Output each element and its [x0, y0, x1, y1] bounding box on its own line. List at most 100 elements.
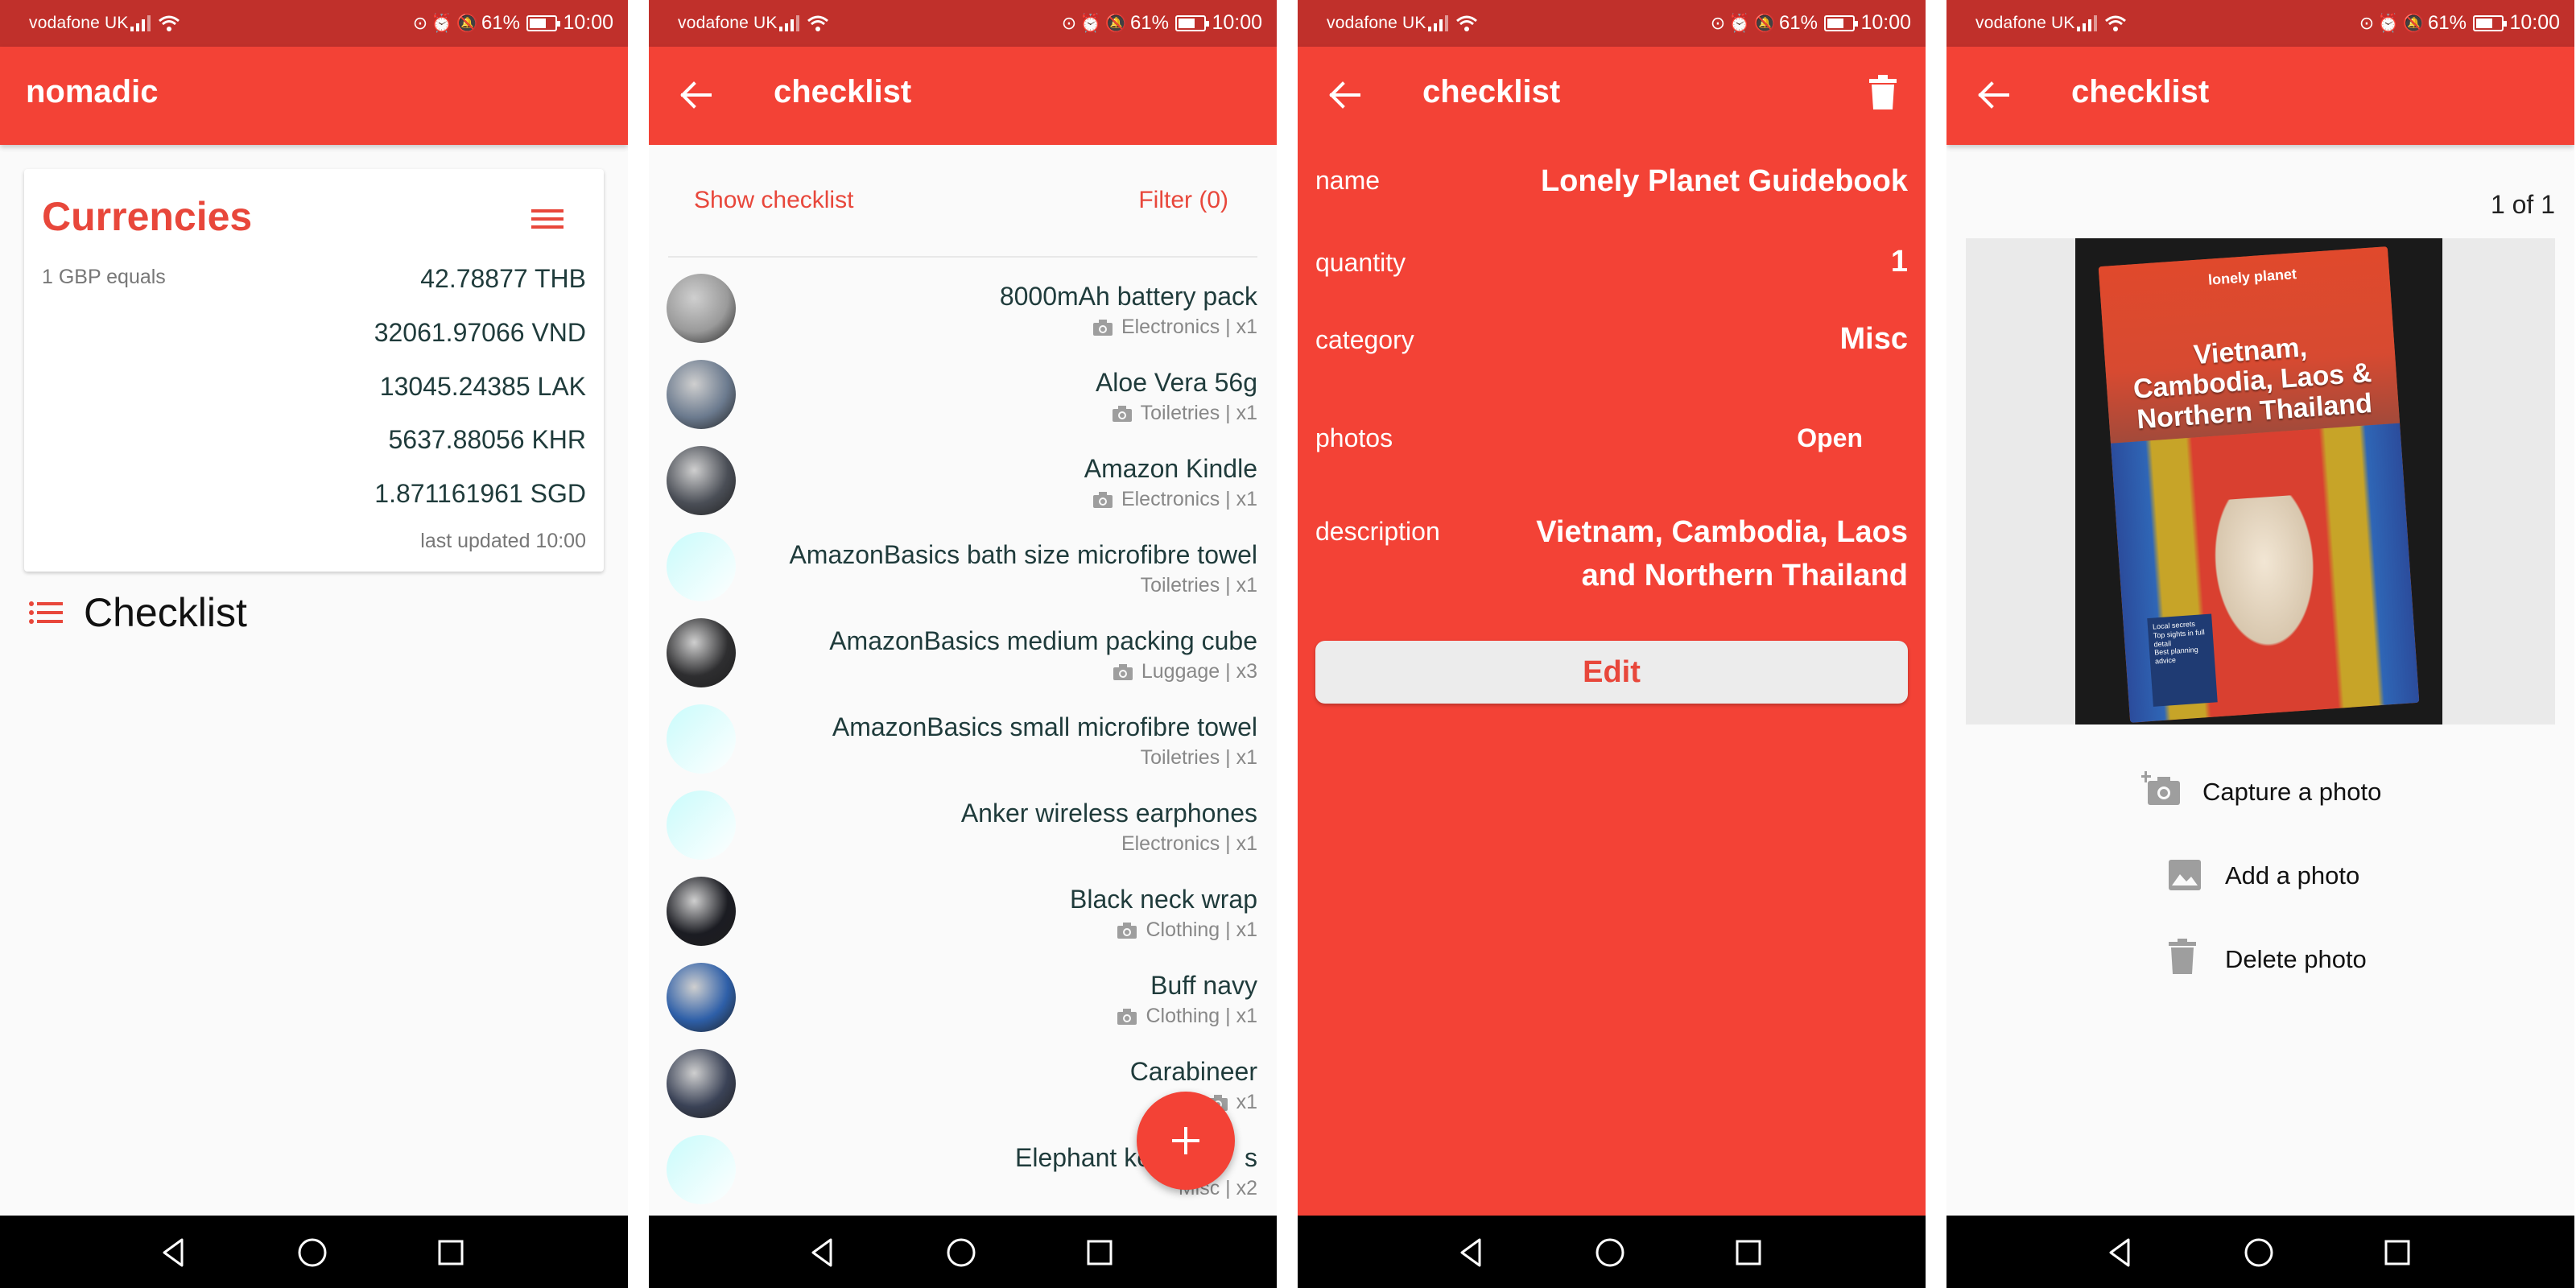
- photo-counter: 1 of 1: [2490, 190, 2555, 219]
- open-photos-button[interactable]: Open: [1797, 423, 1863, 453]
- add-camera-icon: [2141, 771, 2180, 805]
- checklist-screen: vodafone UK ⊙ ⏰ 🔕 61% 10:00 checklist Sh…: [649, 0, 1277, 1288]
- capture-photo-button[interactable]: Capture a photo: [1946, 768, 2574, 816]
- delete-item-icon[interactable]: [1868, 74, 1898, 111]
- item-thumbnail: [667, 618, 736, 687]
- item-subtitle: Electronics | x1: [1092, 316, 1257, 339]
- carrier-label: vodafone UK: [1327, 14, 1426, 32]
- item-subtitle: Toiletries | x1: [1140, 746, 1257, 769]
- camera-icon: [1113, 663, 1133, 680]
- carrier-label: vodafone UK: [29, 14, 129, 32]
- camera-icon: [1112, 405, 1132, 422]
- nav-recent-icon[interactable]: [435, 1236, 467, 1269]
- description-line-2: and Northern Thailand: [1581, 559, 1908, 592]
- item-thumbnail: [667, 877, 736, 946]
- system-nav-bar: [649, 1216, 1277, 1288]
- system-nav-bar: [1298, 1216, 1926, 1288]
- app-bar: checklist: [1946, 47, 2574, 145]
- back-arrow-icon[interactable]: [678, 77, 713, 113]
- mute-icon: 🔕: [1753, 13, 1776, 33]
- add-photo-label: Add a photo: [2225, 861, 2360, 890]
- item-name: AmazonBasics bath size microfibre towel: [789, 540, 1257, 569]
- plus-icon: [1172, 1127, 1199, 1154]
- battery-icon: [1824, 15, 1858, 31]
- item-name: Carabineer: [1129, 1057, 1257, 1086]
- item-subtitle: Electronics | x1: [1092, 488, 1257, 511]
- back-arrow-icon[interactable]: [1327, 77, 1362, 113]
- list-item[interactable]: AmazonBasics small microfibre towel Toile…: [649, 690, 1277, 776]
- item-subtitle: Toiletries | x1: [1112, 402, 1257, 425]
- checklist-link[interactable]: Checklist: [29, 589, 247, 636]
- item-thumbnail: [667, 791, 736, 860]
- name-label: name: [1315, 166, 1381, 195]
- add-photo-button[interactable]: Add a photo: [1946, 852, 2574, 900]
- status-bar: vodafone UK ⊙ ⏰ 🔕 61% 10:00: [0, 0, 628, 47]
- alarm-icon: ⏰: [431, 13, 453, 33]
- delete-photo-label: Delete photo: [2225, 945, 2367, 973]
- delete-photo-button[interactable]: Delete photo: [1946, 935, 2574, 984]
- list-item[interactable]: Amazon Kindle Electronics | x1: [649, 431, 1277, 518]
- status-bar: vodafone UK ⊙ ⏰ 🔕 61% 10:00: [1946, 0, 2574, 47]
- battery-percent: 61%: [481, 12, 520, 34]
- item-details: name Lonely Planet Guidebook quantity 1 …: [1298, 145, 1926, 1216]
- nav-home-icon[interactable]: [2243, 1236, 2275, 1269]
- nav-home-icon[interactable]: [945, 1236, 977, 1269]
- photo-viewer[interactable]: lonely planet Vietnam, Cambodia, Laos & …: [1966, 238, 2555, 724]
- item-thumbnail: [667, 1135, 736, 1204]
- divider: [668, 256, 1257, 258]
- add-item-button[interactable]: [1137, 1092, 1235, 1190]
- photos-screen: vodafone UK ⊙ ⏰ 🔕 61% 10:00 checklist 1 …: [1946, 0, 2574, 1288]
- item-name: Elephant ke: [1014, 1143, 1151, 1172]
- rate-thb: 42.78877 THB: [420, 264, 586, 293]
- nav-back-icon[interactable]: [2104, 1236, 2136, 1269]
- menu-icon[interactable]: [530, 204, 565, 233]
- wifi-icon: [807, 15, 828, 31]
- back-arrow-icon[interactable]: [1975, 77, 2011, 113]
- nav-recent-icon[interactable]: [1732, 1236, 1765, 1269]
- item-thumbnail: [667, 360, 736, 429]
- nav-back-icon[interactable]: [158, 1236, 190, 1269]
- list-item[interactable]: Aloe Vera 56g Toiletries | x1: [649, 345, 1277, 431]
- item-name: AmazonBasics medium packing cube: [829, 626, 1257, 655]
- edit-button[interactable]: Edit: [1315, 641, 1908, 704]
- book-cover: lonely planet Vietnam, Cambodia, Laos & …: [2098, 246, 2420, 723]
- quantity-value: 1: [1890, 245, 1908, 279]
- list-item[interactable]: AmazonBasics bath size microfibre towel T…: [649, 518, 1277, 604]
- item-name-end: s: [1245, 1143, 1257, 1172]
- nav-home-icon[interactable]: [1594, 1236, 1626, 1269]
- nav-back-icon[interactable]: [807, 1236, 839, 1269]
- show-checklist-button[interactable]: Show checklist: [694, 187, 853, 214]
- item-detail-screen: vodafone UK ⊙ ⏰ 🔕 61% 10:00 checklist na…: [1298, 0, 1926, 1288]
- filter-button[interactable]: Filter (0): [1138, 187, 1228, 214]
- nav-home-icon[interactable]: [296, 1236, 328, 1269]
- nav-back-icon[interactable]: [1455, 1236, 1488, 1269]
- nav-recent-icon[interactable]: [1084, 1236, 1116, 1269]
- base-currency-label: 1 GBP equals: [42, 266, 166, 288]
- list-item[interactable]: Buff navy Clothing | x1: [649, 948, 1277, 1034]
- system-nav-bar: [1946, 1216, 2574, 1288]
- camera-icon: [1092, 491, 1113, 508]
- status-bar: vodafone UK ⊙ ⏰ 🔕 61% 10:00: [649, 0, 1277, 47]
- photos-label: photos: [1315, 423, 1393, 452]
- description-label: description: [1315, 517, 1440, 546]
- quantity-label: quantity: [1315, 248, 1406, 277]
- list-item[interactable]: Anker wireless earphones Electronics | x1: [649, 776, 1277, 862]
- wifi-icon: [159, 15, 180, 31]
- screen-title: checklist: [774, 74, 912, 109]
- list-item[interactable]: Black neck wrap Clothing | x1: [649, 862, 1277, 948]
- item-thumbnail: [667, 446, 736, 515]
- capture-photo-label: Capture a photo: [2202, 778, 2382, 806]
- mute-icon: 🔕: [1104, 13, 1127, 33]
- currencies-card: Currencies 1 GBP equals 42.78877 THB 320…: [24, 169, 604, 572]
- item-thumbnail: [667, 704, 736, 774]
- battery-percent: 61%: [1129, 12, 1169, 34]
- status-bar: vodafone UK ⊙ ⏰ 🔕 61% 10:00: [1298, 0, 1926, 47]
- cover-title: Vietnam, Cambodia, Laos & Northern Thail…: [2132, 332, 2373, 436]
- checklist-items: 8000mAh battery pack Electronics | x1 Aloe…: [649, 259, 1277, 1207]
- cover-badge: Local secrets Top sights in full detail …: [2147, 613, 2218, 707]
- list-item[interactable]: AmazonBasics medium packing cube Luggage …: [649, 604, 1277, 690]
- checklist-title: Checklist: [84, 590, 247, 635]
- list-item[interactable]: 8000mAh battery pack Electronics | x1: [649, 259, 1277, 345]
- alarm-icon: ⏰: [1728, 13, 1751, 33]
- nav-recent-icon[interactable]: [2381, 1236, 2413, 1269]
